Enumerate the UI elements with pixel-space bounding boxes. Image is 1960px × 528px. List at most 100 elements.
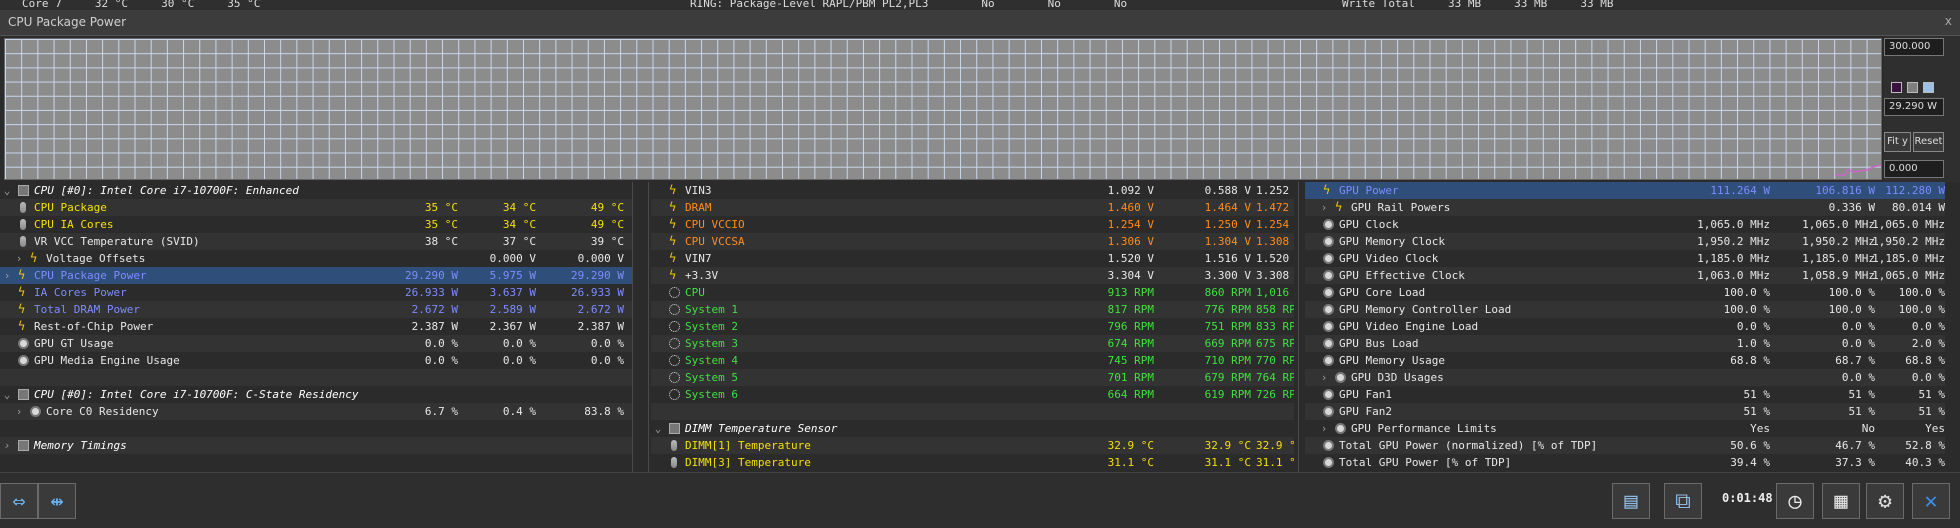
sensor-row[interactable]: ϟ DRAM 1.460 V 1.464 V 1.472 V <box>651 199 1294 216</box>
sensor-row[interactable]: GPU Core Load 100.0 % 100.0 % 100.0 % <box>1305 284 1945 301</box>
sensor-row[interactable]: › ϟ GPU Rail Powers 0.336 W 80.014 W <box>1305 199 1945 216</box>
close-icon[interactable]: ✕ <box>1912 483 1950 519</box>
sensor-row[interactable]: System 2 796 RPM 751 RPM 833 RPM <box>651 318 1294 335</box>
sensor-row[interactable]: ϟ VIN7 1.520 V 1.516 V 1.520 V <box>651 250 1294 267</box>
sensor-row[interactable]: GPU Memory Controller Load 100.0 % 100.0 %… <box>1305 301 1945 318</box>
current-value: 1.092 V <box>1107 184 1154 197</box>
back-arrows-icon[interactable]: ⇔ <box>0 483 38 519</box>
sensor-row[interactable]: CPU IA Cores 35 °C 34 °C 49 °C <box>0 216 632 233</box>
current-value: 0.0 % <box>424 354 458 367</box>
color-swatch-1[interactable] <box>1891 82 1902 93</box>
max-value: 0.0 % <box>590 354 624 367</box>
current-value: 3.304 V <box>1107 269 1154 282</box>
sensor-row[interactable]: Total GPU Power (normalized) [% of TDP] 5… <box>1305 437 1945 454</box>
collapse-chevron-icon[interactable]: ⌄ <box>653 420 663 437</box>
sensor-row[interactable]: › GPU D3D Usages 0.0 % 0.0 % <box>1305 369 1945 386</box>
sensor-row[interactable]: GPU Fan1 51 % 51 % 51 % <box>1305 386 1945 403</box>
expand-chevron-icon[interactable]: › <box>1319 369 1329 386</box>
chip-icon <box>669 423 680 434</box>
sensor-label: DIMM[3] Temperature <box>685 456 811 469</box>
current-value: Yes <box>1750 422 1770 435</box>
sensor-row[interactable]: ϟ CPU VCCIO 1.254 V 1.250 V 1.254 V <box>651 216 1294 233</box>
sensor-row[interactable]: GPU Bus Load 1.0 % 0.0 % 2.0 % <box>1305 335 1945 352</box>
sensor-row[interactable]: › GPU Performance Limits Yes No Yes <box>1305 420 1945 437</box>
power-graph[interactable] <box>4 38 1882 180</box>
color-swatch-2[interactable] <box>1907 82 1918 93</box>
sensor-row[interactable]: CPU Package 35 °C 34 °C 49 °C <box>0 199 632 216</box>
sensor-row[interactable]: › ϟ CPU Package Power 29.290 W 5.975 W 29.290… <box>0 267 632 284</box>
network-icon[interactable]: ▤ <box>1612 483 1650 519</box>
sensor-label: GPU Rail Powers <box>1351 201 1451 214</box>
sensor-row[interactable]: System 6 664 RPM 619 RPM 726 RPM <box>651 386 1294 403</box>
reset-button[interactable]: Reset <box>1913 132 1944 152</box>
sensor-row[interactable]: ϟ Rest-of-Chip Power 2.387 W 2.367 W 2.387 W <box>0 318 632 335</box>
current-value: 745 RPM <box>1107 354 1154 367</box>
max-value: 2.0 % <box>1911 337 1945 350</box>
expand-chevron-icon[interactable]: › <box>1319 199 1329 216</box>
min-value: 669 RPM <box>1204 337 1251 350</box>
graph-min-value[interactable]: 0.000 <box>1884 160 1944 178</box>
expand-chevron-icon[interactable]: › <box>1319 420 1329 437</box>
gauge-icon <box>1323 236 1334 247</box>
sensor-row[interactable]: GPU Memory Usage 68.8 % 68.7 % 68.8 % <box>1305 352 1945 369</box>
sensor-row[interactable]: GPU Video Engine Load 0.0 % 0.0 % 0.0 % <box>1305 318 1945 335</box>
sensor-label: CPU <box>685 286 705 299</box>
clock-icon[interactable]: ◷ <box>1776 483 1814 519</box>
sensor-row[interactable]: ϟ IA Cores Power 26.933 W 3.637 W 26.933 W <box>0 284 632 301</box>
sensor-row[interactable]: DIMM[3] Temperature 31.1 °C 31.1 °C 31.1 °C <box>651 454 1294 471</box>
sensor-row[interactable]: Total GPU Power [% of TDP] 39.4 % 37.3 % 40… <box>1305 454 1945 471</box>
sensor-row[interactable]: GPU Clock 1,065.0 MHz 1,065.0 MHz 1,065.0 M… <box>1305 216 1945 233</box>
sensor-row[interactable]: ϟ CPU VCCSA 1.306 V 1.304 V 1.308 V <box>651 233 1294 250</box>
thermometer-icon <box>671 457 677 468</box>
sensor-row[interactable]: System 4 745 RPM 710 RPM 770 RPM <box>651 352 1294 369</box>
collapse-chevron-icon[interactable]: ⌄ <box>2 386 12 403</box>
min-value: 0.4 % <box>502 405 536 418</box>
forward-arrows-icon[interactable]: ⇹ <box>38 483 76 519</box>
sensor-row[interactable]: GPU Memory Clock 1,950.2 MHz 1,950.2 MHz 1,… <box>1305 233 1945 250</box>
sensor-row[interactable]: GPU Media Engine Usage 0.0 % 0.0 % 0.0 % <box>0 352 632 369</box>
current-value: 29.290 W <box>405 269 458 282</box>
sensor-row[interactable]: DIMM[1] Temperature 32.9 °C 32.9 °C 32.9 °C <box>651 437 1294 454</box>
settings-icon[interactable]: ⚙ <box>1866 483 1904 519</box>
graph-max-value[interactable]: 300.000 <box>1884 38 1944 56</box>
section-header[interactable]: ⌄ DIMM Temperature Sensor <box>651 420 1294 437</box>
min-value: 51 % <box>1848 388 1876 401</box>
collapse-chevron-icon[interactable]: ⌄ <box>2 182 12 199</box>
current-value: 0.0 % <box>1736 320 1770 333</box>
expand-chevron-icon[interactable]: › <box>14 403 24 420</box>
sensor-row[interactable]: VR VCC Temperature (SVID) 38 °C 37 °C 39 °C <box>0 233 632 250</box>
max-value: 26.933 W <box>571 286 624 299</box>
sensor-row[interactable]: CPU 913 RPM 860 RPM 1,016 RPM <box>651 284 1294 301</box>
sensor-row[interactable]: GPU GT Usage 0.0 % 0.0 % 0.0 % <box>0 335 632 352</box>
sensor-row[interactable]: ϟ Total DRAM Power 2.672 W 2.589 W 2.672 W <box>0 301 632 318</box>
section-header[interactable]: ⌄ CPU [#0]: Intel Core i7-10700F: C-State… <box>0 386 632 403</box>
sensor-row[interactable]: › ϟ Voltage Offsets 0.000 V 0.000 V <box>0 250 632 267</box>
max-value: 0.0 % <box>1911 320 1945 333</box>
sensor-row[interactable]: GPU Fan2 51 % 51 % 51 % <box>1305 403 1945 420</box>
expand-chevron-icon[interactable]: › <box>2 437 12 454</box>
expand-chevron-icon[interactable]: › <box>2 267 12 284</box>
lightning-icon: ϟ <box>18 268 26 282</box>
sensor-panel-right: ϟ GPU Power 111.264 W 106.816 W 112.280 W › ϟ G… <box>1305 182 1945 472</box>
sensor-row[interactable]: System 3 674 RPM 669 RPM 675 RPM <box>651 335 1294 352</box>
window-title: CPU Package Power <box>8 15 127 29</box>
current-value: 2.387 W <box>411 320 458 333</box>
section-header[interactable]: ⌄ CPU [#0]: Intel Core i7-10700F: Enhance… <box>0 182 632 199</box>
graph-window-titlebar[interactable]: CPU Package Power x <box>0 10 1960 36</box>
sensor-row[interactable]: GPU Video Clock 1,185.0 MHz 1,185.0 MHz 1,1… <box>1305 250 1945 267</box>
sensor-row[interactable]: ϟ VIN3 1.092 V 0.588 V 1.252 V <box>651 182 1294 199</box>
fit-y-button[interactable]: Fit y <box>1884 132 1911 152</box>
report-icon[interactable]: ▦ <box>1822 483 1860 519</box>
sensor-row[interactable]: ϟ GPU Power 111.264 W 106.816 W 112.280 W <box>1305 182 1945 199</box>
expand-chevron-icon[interactable]: › <box>14 250 24 267</box>
current-value: 664 RPM <box>1107 388 1154 401</box>
sensor-row[interactable]: System 5 701 RPM 679 RPM 764 RPM <box>651 369 1294 386</box>
sensor-row[interactable]: System 1 817 RPM 776 RPM 858 RPM <box>651 301 1294 318</box>
color-swatch-3[interactable] <box>1923 82 1934 93</box>
section-header[interactable]: › Memory Timings <box>0 437 632 454</box>
window-close-button[interactable]: x <box>1945 14 1952 28</box>
sensor-row[interactable]: ϟ +3.3V 3.304 V 3.300 V 3.308 V <box>651 267 1294 284</box>
sensor-row[interactable]: GPU Effective Clock 1,063.0 MHz 1,058.9 MH… <box>1305 267 1945 284</box>
network-sync-icon[interactable]: ⧉ <box>1664 483 1702 519</box>
sensor-row[interactable]: › Core C0 Residency 6.7 % 0.4 % 83.8 % <box>0 403 632 420</box>
